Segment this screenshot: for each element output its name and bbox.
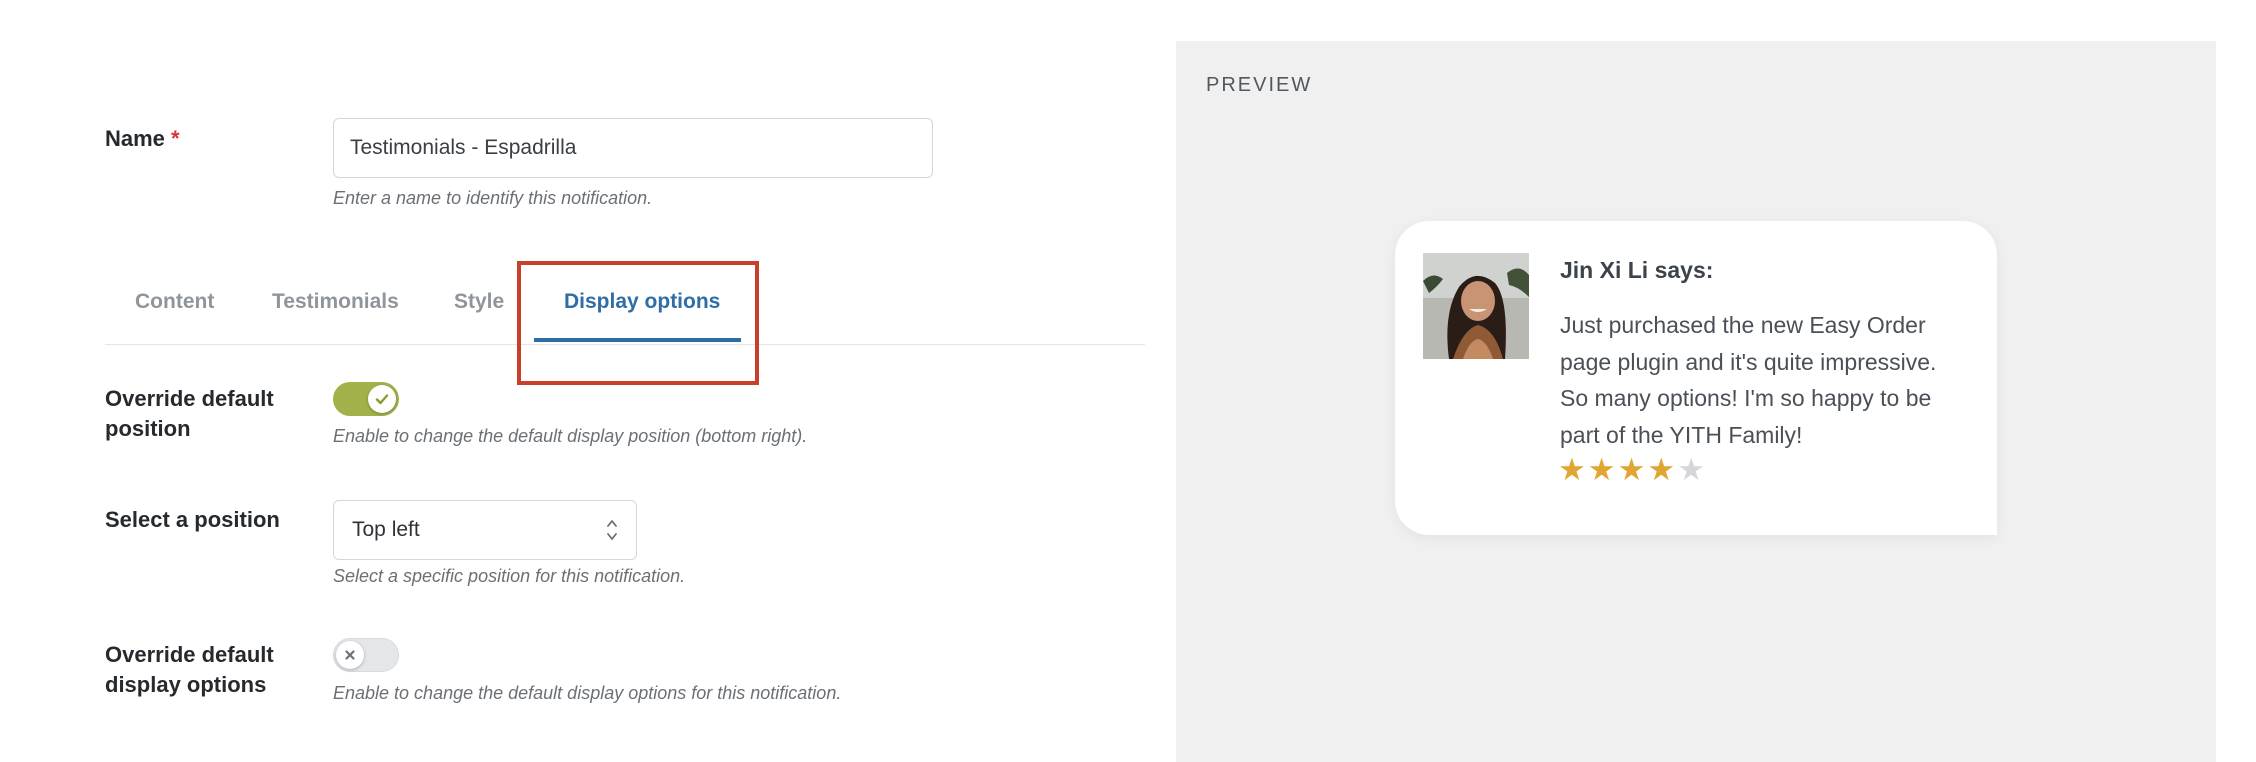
preview-title: PREVIEW: [1206, 74, 1313, 96]
star-rating: ★ ★ ★ ★ ★: [1558, 454, 1705, 486]
star-icon: ★: [1647, 452, 1676, 487]
override-position-label-line2: position: [105, 416, 191, 441]
tab-testimonials[interactable]: Testimonials: [272, 290, 399, 314]
tab-style[interactable]: Style: [454, 290, 504, 314]
override-position-hint: Enable to change the default display pos…: [333, 426, 808, 446]
name-label-text: Name: [105, 126, 165, 151]
tab-bar: Content Testimonials Style Display optio…: [105, 270, 1145, 345]
position-select-value: Top left: [352, 518, 420, 541]
tab-content[interactable]: Content: [135, 290, 214, 314]
override-display-label: Override default display options: [105, 640, 274, 700]
avatar: [1423, 253, 1529, 359]
override-position-label-line1: Override default: [105, 386, 274, 411]
star-icon: ★: [1617, 452, 1646, 487]
override-position-toggle[interactable]: [333, 382, 399, 416]
name-input[interactable]: [333, 118, 933, 178]
name-hint: Enter a name to identify this notificati…: [333, 188, 653, 208]
active-tab-indicator: [534, 338, 741, 342]
position-select[interactable]: Top left: [333, 500, 637, 560]
notification-card: Jin Xi Li says: Just purchased the new E…: [1395, 221, 1997, 535]
preview-panel: PREVIEW Jin Xi Li says: Just purchased t…: [1176, 41, 2216, 762]
override-display-label-line2: display options: [105, 672, 267, 697]
position-select-hint: Select a specific position for this noti…: [333, 566, 686, 586]
star-icon: ★: [1558, 452, 1586, 487]
settings-panel: Name * Enter a name to identify this not…: [0, 0, 1170, 762]
override-display-hint: Enable to change the default display opt…: [333, 683, 842, 703]
testimonial-text: Just purchased the new Easy Order page p…: [1560, 312, 1937, 448]
required-mark: *: [171, 126, 180, 151]
override-position-label: Override default position: [105, 384, 274, 444]
tab-display-options[interactable]: Display options: [564, 290, 720, 314]
chevron-up-down-icon: [607, 520, 617, 540]
x-icon: [336, 640, 364, 669]
name-label: Name *: [105, 124, 180, 154]
override-display-label-line1: Override default: [105, 642, 274, 667]
star-icon: ★: [1677, 452, 1705, 487]
override-display-toggle[interactable]: [333, 638, 399, 672]
testimonial-author: Jin Xi Li says:: [1560, 257, 1714, 283]
check-icon: [368, 385, 396, 413]
star-icon: ★: [1587, 452, 1616, 487]
position-select-label: Select a position: [105, 507, 280, 532]
